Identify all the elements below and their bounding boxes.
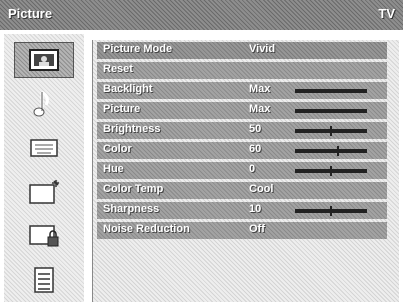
sidebar-item-setup[interactable] [14,174,74,210]
setting-slider[interactable] [295,166,367,176]
setting-row-hue[interactable]: Hue 0 [97,162,387,179]
setup-window-icon [29,180,59,204]
setting-slider[interactable] [295,109,367,113]
setting-label: Noise Reduction [103,223,190,235]
sidebar-item-audio[interactable] [14,86,74,122]
setting-label: Hue [103,163,124,175]
setting-slider[interactable] [295,126,367,136]
sidebar-item-lock[interactable] [14,218,74,254]
setting-row-picture[interactable]: Picture Max [97,102,387,119]
setting-row-picture-mode[interactable]: Picture Mode Vivid [97,42,387,59]
slider-position-mark[interactable] [337,146,339,156]
tv-menu-screen: Picture TV Picture Mode Vivid Reset Back… [0,0,403,306]
setting-slider[interactable] [295,89,367,93]
setting-label: Backlight [103,83,153,95]
setting-label: Picture Mode [103,43,173,55]
input-source-label: TV [378,6,395,21]
sidebar-item-options[interactable] [14,262,74,298]
list-icon [34,267,54,293]
setting-row-brightness[interactable]: Brightness 50 [97,122,387,139]
title-bar: Picture TV [0,0,403,30]
setting-slider[interactable] [295,146,367,156]
setting-label: Brightness [103,123,161,135]
lock-window-icon [29,225,59,247]
setting-value: Off [249,223,265,235]
category-sidebar [4,34,84,302]
sidebar-item-channels[interactable] [14,130,74,166]
setting-value: Max [249,103,271,115]
music-note-icon [33,90,49,117]
settings-panel: Picture Mode Vivid Reset Backlight Max Pictur… [92,40,399,302]
setting-row-noise-reduction[interactable]: Noise Reduction Off [97,222,387,239]
sidebar-item-picture[interactable] [14,42,74,78]
settings-list: Picture Mode Vivid Reset Backlight Max Pictur… [97,42,387,242]
setting-value: Cool [249,183,274,195]
setting-row-color-temp[interactable]: Color Temp Cool [97,182,387,199]
setting-label: Picture [103,103,141,115]
setting-label: Color Temp [103,183,164,195]
setting-value: 60 [249,143,262,155]
setting-value: Max [249,83,271,95]
setting-value: Vivid [249,43,276,55]
setting-label: Sharpness [103,203,160,215]
setting-row-sharpness[interactable]: Sharpness 10 [97,202,387,219]
keyboard-icon [30,139,58,157]
setting-value: 0 [249,163,256,175]
menu-title: Picture [8,6,53,21]
setting-row-backlight[interactable]: Backlight Max [97,82,387,99]
setting-row-color[interactable]: Color 60 [97,142,387,159]
setting-label: Color [103,143,132,155]
setting-value: 10 [249,203,262,215]
picture-icon [29,49,59,71]
setting-label: Reset [103,63,133,75]
slider-position-mark[interactable] [330,126,332,136]
setting-row-reset[interactable]: Reset [97,62,387,79]
setting-value: 50 [249,123,262,135]
slider-position-mark[interactable] [330,206,332,216]
setting-slider[interactable] [295,206,367,216]
slider-position-mark[interactable] [330,166,332,176]
